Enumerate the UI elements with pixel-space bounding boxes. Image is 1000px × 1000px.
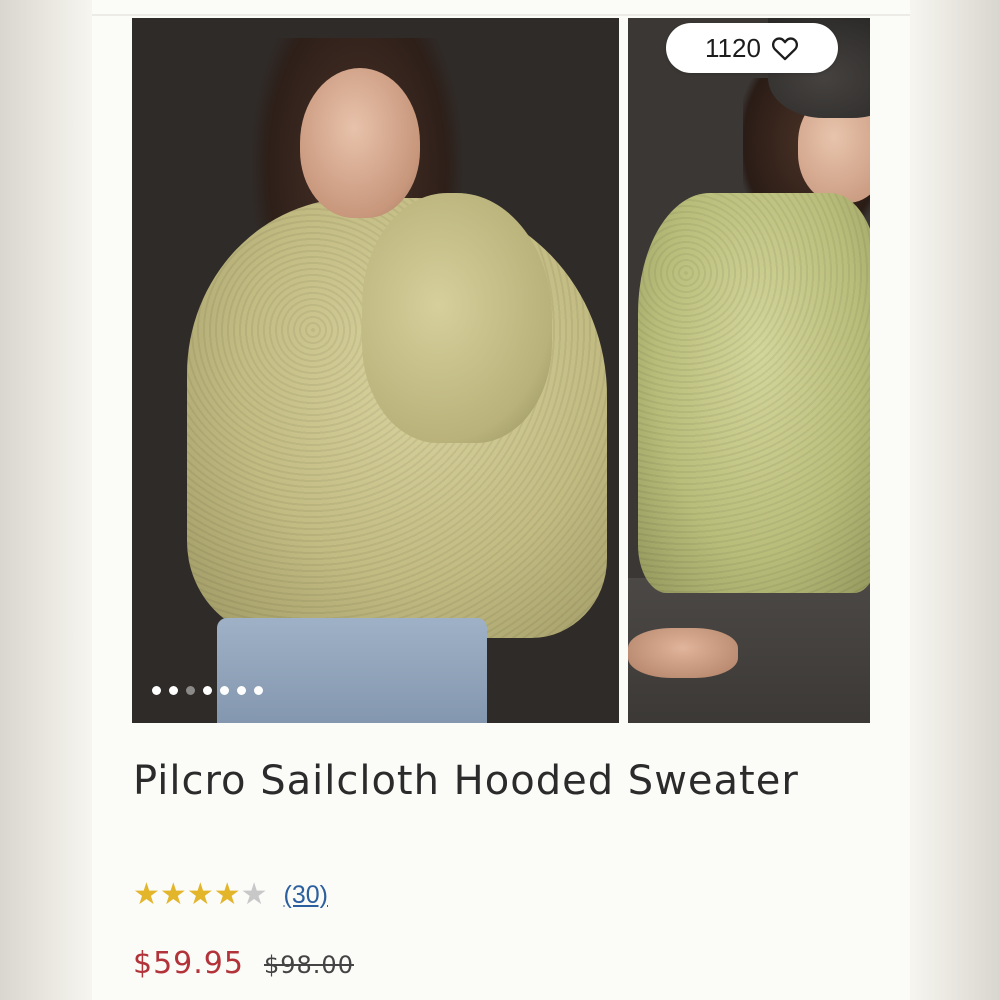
price-block: $59.95 $98.00 [133, 946, 354, 981]
original-price: $98.00 [263, 951, 354, 979]
sweater-body [638, 193, 870, 593]
background-blur-left [0, 0, 92, 1000]
carousel-dots[interactable] [152, 686, 263, 695]
star-icon: ★ [213, 877, 241, 912]
likes-button[interactable]: 1120 [666, 23, 838, 73]
carousel-dot[interactable] [237, 686, 246, 695]
product-image-secondary[interactable] [628, 18, 870, 723]
product-image-main[interactable] [132, 18, 619, 723]
star-rating: ★ ★ ★ ★ ★ [133, 878, 268, 912]
model-arm [628, 628, 738, 678]
model-face [300, 68, 420, 218]
carousel-dot[interactable] [203, 686, 212, 695]
product-card: 1120 Pilcro Sailcloth Hooded Sweater ★ ★… [92, 0, 910, 1000]
product-rating[interactable]: ★ ★ ★ ★ ★ (30) [133, 878, 328, 912]
likes-count: 1120 [705, 32, 761, 63]
review-count-link[interactable]: (30) [284, 881, 328, 910]
carousel-dot[interactable] [169, 686, 178, 695]
sale-price: $59.95 [133, 946, 244, 981]
background-blur-right [910, 0, 1000, 1000]
star-icon: ★ [240, 877, 268, 912]
model-jeans [217, 618, 487, 723]
carousel-dot[interactable] [186, 686, 195, 695]
product-title: Pilcro Sailcloth Hooded Sweater [133, 758, 799, 804]
carousel-dot[interactable] [152, 686, 161, 695]
star-icon: ★ [159, 877, 187, 912]
heart-icon [771, 35, 799, 61]
star-icon: ★ [133, 877, 160, 912]
star-icon: ★ [186, 877, 214, 912]
carousel-dot[interactable] [254, 686, 263, 695]
divider [92, 14, 910, 16]
sweater-hood [362, 193, 552, 443]
carousel-dot[interactable] [220, 686, 229, 695]
